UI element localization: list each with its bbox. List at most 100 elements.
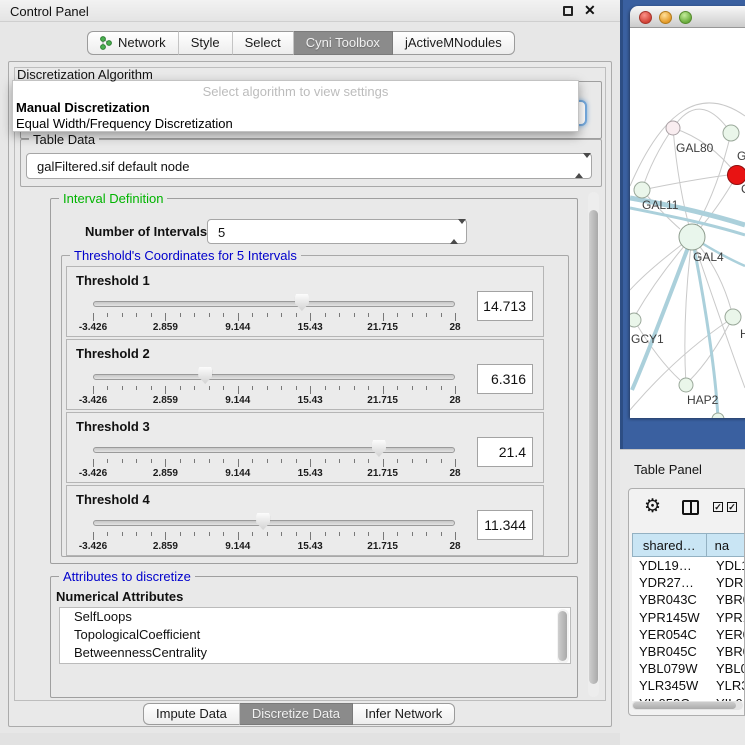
threshold-slider[interactable]: -3.4262.8599.14415.4321.71528 <box>93 413 455 483</box>
table-row[interactable]: YDL19…YDL1 <box>632 557 745 574</box>
list-item[interactable]: SelfLoops <box>60 608 570 626</box>
minimize-traffic-light[interactable] <box>659 11 672 24</box>
slider-tick <box>455 532 456 540</box>
table-horizontal-scrollbar[interactable] <box>632 701 743 710</box>
close-traffic-light[interactable] <box>639 11 652 24</box>
list-item[interactable]: TopologicalCoefficient <box>60 626 570 644</box>
network-edge-highlighted[interactable] <box>692 237 718 418</box>
slider-tick <box>325 386 326 390</box>
split-columns-icon[interactable] <box>682 500 699 515</box>
table-row[interactable]: YBR045CYBR0 <box>632 643 745 660</box>
top-right-node[interactable] <box>723 125 739 141</box>
bottom-node[interactable] <box>712 413 724 418</box>
slider-handle[interactable] <box>198 367 212 384</box>
slider-tick <box>368 532 369 536</box>
slider-track[interactable] <box>93 374 455 380</box>
tab-style[interactable]: Style <box>179 31 233 55</box>
tab-cyni-toolbox[interactable]: Cyni Toolbox <box>294 31 393 55</box>
hap2-node[interactable] <box>679 378 693 392</box>
network-edge[interactable] <box>642 128 673 190</box>
network-canvas[interactable]: GAL80GACGAL11GAL4GCY1HHAP2 <box>630 28 745 418</box>
table-panel: Table Panel ⚙ ✓ ✓ shared… na YDL19…YDL1Y… <box>620 449 745 745</box>
threshold-row-4: Threshold 4-3.4262.8599.14415.4321.71528… <box>66 485 544 556</box>
zoom-traffic-light[interactable] <box>679 11 692 24</box>
threshold-value-field[interactable]: 21.4 <box>477 437 533 467</box>
table-row[interactable]: YBR043CYBR0 <box>632 591 745 608</box>
table-row[interactable]: YBL079WYBL0 <box>632 660 745 677</box>
group-title: Threshold's Coordinates for 5 Intervals <box>70 248 301 263</box>
slider-tick <box>441 313 442 317</box>
slider-tick-label: 9.144 <box>225 541 250 552</box>
slider-tick <box>93 386 94 394</box>
table-row[interactable]: YER054CYER0 <box>632 626 745 643</box>
tab-select[interactable]: Select <box>233 31 294 55</box>
column-header-name[interactable]: na <box>707 533 745 557</box>
tab-impute-data[interactable]: Impute Data <box>143 703 240 725</box>
threshold-slider[interactable]: -3.4262.8599.14415.4321.71528 <box>93 267 455 337</box>
slider-tick <box>107 532 108 536</box>
tab-jactivemnodules[interactable]: jActiveMNodules <box>393 31 515 55</box>
tab-label: Network <box>118 35 166 50</box>
slider-tick <box>412 459 413 463</box>
network-edge[interactable] <box>685 237 692 385</box>
table-row[interactable]: YPR145WYPR1 <box>632 609 745 626</box>
slider-tick <box>296 532 297 536</box>
dropdown-option-manual-discretization[interactable]: Manual Discretization <box>16 100 150 115</box>
close-icon[interactable]: ✕ <box>584 2 596 19</box>
list-scrollbar[interactable] <box>557 609 569 664</box>
slider-tick <box>209 386 210 390</box>
slider-tick-label: 2.859 <box>153 322 178 333</box>
gal11-node[interactable] <box>634 182 650 198</box>
dropdown-option-equal-width-frequency[interactable]: Equal Width/Frequency Discretization <box>16 116 233 131</box>
float-window-icon[interactable] <box>563 6 573 16</box>
gal80-node[interactable] <box>666 121 680 135</box>
slider-tick-label: 28 <box>449 322 460 333</box>
number-of-intervals-combobox[interactable]: 5 <box>207 219 467 244</box>
gal4-node[interactable] <box>679 224 705 250</box>
control-panel-titlebar: Control Panel ✕ <box>0 0 620 22</box>
tab-network[interactable]: Network <box>87 31 179 55</box>
stepper-arrows-icon <box>575 158 584 173</box>
threshold-value-field[interactable]: 6.316 <box>477 364 533 394</box>
cell-name: YER0 <box>708 626 745 643</box>
slider-handle[interactable] <box>256 513 270 530</box>
tab-discretize-data[interactable]: Discretize Data <box>240 703 353 725</box>
threshold-value-field[interactable]: 11.344 <box>477 510 533 540</box>
slider-tick <box>107 386 108 390</box>
slider-tick <box>368 386 369 390</box>
list-item[interactable]: BetweennessCentrality <box>60 644 570 662</box>
network-edge[interactable] <box>642 175 728 190</box>
table-data-combobox[interactable]: galFiltered.sif default node <box>26 153 592 179</box>
slider-tick <box>136 459 137 463</box>
cyni-toolbox-panel: Table Data galFiltered.sif default node … <box>8 61 612 727</box>
tab-infer-network[interactable]: Infer Network <box>353 703 455 725</box>
threshold-slider[interactable]: -3.4262.8599.14415.4321.71528 <box>93 486 455 556</box>
slider-tick <box>397 313 398 317</box>
slider-tick <box>339 313 340 317</box>
column-header-shared-name[interactable]: shared… <box>632 533 707 557</box>
slider-handle[interactable] <box>295 294 309 311</box>
threshold-value-field[interactable]: 14.713 <box>477 291 533 321</box>
slider-tick <box>441 532 442 536</box>
numerical-attributes-list[interactable]: SelfLoopsTopologicalCoefficientBetweenne… <box>59 607 571 664</box>
right-node[interactable] <box>725 309 741 325</box>
slider-tick <box>455 386 456 394</box>
slider-tick <box>136 532 137 536</box>
threshold-slider[interactable]: -3.4262.8599.14415.4321.71528 <box>93 340 455 410</box>
right-region: GAL80GACGAL11GAL4GCY1HHAP2 Table Panel ⚙… <box>620 0 745 745</box>
slider-tick <box>310 459 311 467</box>
table-row[interactable]: YDR27…YDR2 <box>632 574 745 591</box>
checkbox-icon[interactable]: ✓ <box>727 502 737 512</box>
slider-handle[interactable] <box>372 440 386 457</box>
gcy1-node[interactable] <box>630 313 641 327</box>
slider-track[interactable] <box>93 520 455 526</box>
slider-track[interactable] <box>93 447 455 453</box>
threshold-row-1: Threshold 1-3.4262.8599.14415.4321.71528… <box>66 266 544 337</box>
network-edge[interactable] <box>673 109 731 133</box>
checkbox-icon[interactable]: ✓ <box>713 502 723 512</box>
slider-track[interactable] <box>93 301 455 307</box>
table-row[interactable]: YLR345WYLR3 <box>632 677 745 694</box>
gear-icon[interactable]: ⚙ <box>644 495 661 518</box>
panel-scrollbar[interactable] <box>588 192 599 697</box>
slider-tick <box>151 459 152 463</box>
